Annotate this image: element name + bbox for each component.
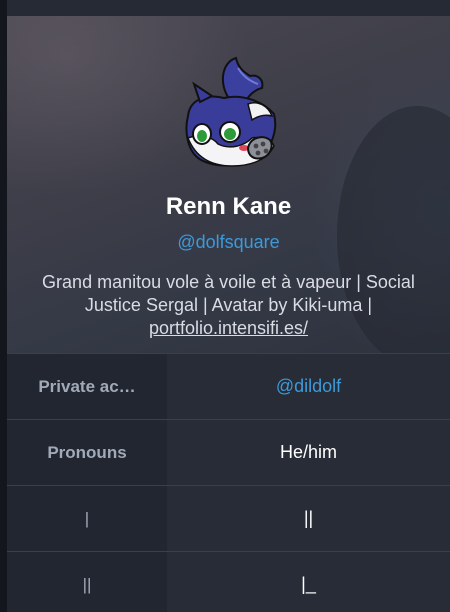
field-name: | — [7, 486, 167, 551]
wolf-avatar-icon[interactable] — [178, 54, 282, 170]
display-name: Renn Kane — [165, 193, 292, 220]
bio-text: Grand manitou vole à voile et à vapeur |… — [42, 272, 415, 315]
field-value: He/him — [167, 420, 450, 485]
field-value-link[interactable]: @dildolf — [167, 354, 450, 419]
field-row: Pronouns He/him — [7, 420, 450, 486]
field-row: || |_ — [7, 552, 450, 612]
field-row: | || — [7, 486, 450, 552]
window-edge — [0, 0, 7, 612]
field-value: |_ — [167, 552, 450, 612]
profile-header: Renn Kane @dolfsquare Grand manitou vole… — [7, 16, 450, 353]
profile-card: Renn Kane @dolfsquare Grand manitou vole… — [7, 0, 450, 612]
field-name: || — [7, 552, 167, 612]
field-name: Pronouns — [7, 420, 167, 485]
profile-fields: Private ac… @dildolf Pronouns He/him | |… — [7, 353, 450, 612]
field-name: Private ac… — [7, 354, 167, 419]
profile-bio: Grand manitou vole à voile et à vapeur |… — [31, 271, 426, 340]
profile-handle[interactable]: @dolfsquare — [7, 232, 450, 253]
field-row: Private ac… @dildolf — [7, 354, 450, 420]
field-value: || — [167, 486, 450, 551]
bio-link[interactable]: portfolio.intensifi.es/ — [149, 318, 308, 338]
top-strip — [7, 0, 450, 16]
